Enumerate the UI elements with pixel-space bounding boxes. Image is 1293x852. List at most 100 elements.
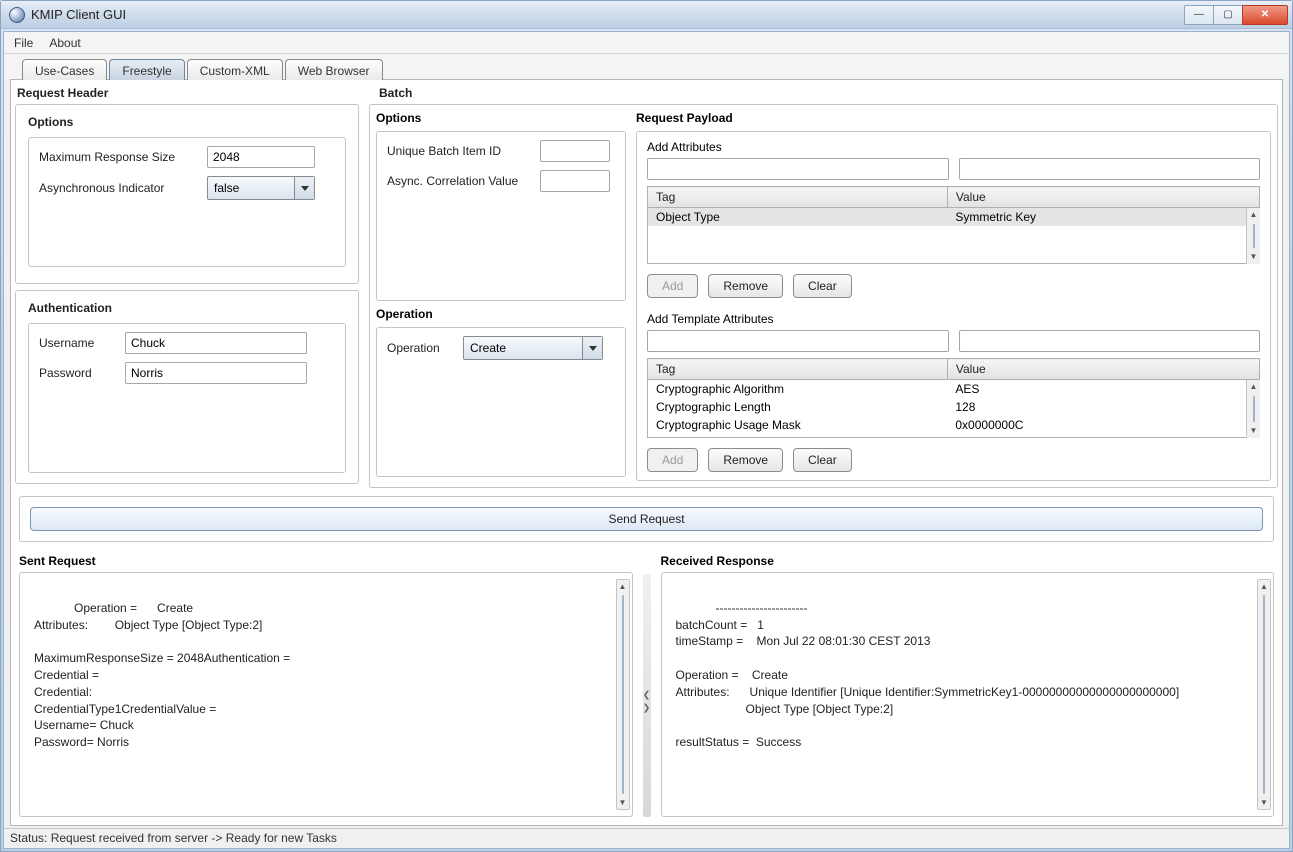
- sent-request-text[interactable]: Operation = Create Attributes: Object Ty…: [19, 572, 633, 817]
- menu-file[interactable]: File: [14, 36, 33, 50]
- max-response-size-input[interactable]: [207, 146, 315, 168]
- sent-request-title: Sent Request: [19, 554, 633, 568]
- status-text: Status: Request received from server -> …: [10, 831, 337, 845]
- recv-scrollbar[interactable]: ▲ ▼: [1257, 579, 1271, 810]
- operation-select[interactable]: Create: [463, 336, 603, 360]
- tmpl-remove-button[interactable]: Remove: [708, 448, 783, 472]
- table-row[interactable]: Object Type Symmetric Key: [648, 208, 1259, 226]
- tmpl-row-value: 0x0000000C: [947, 416, 1259, 434]
- scroll-thumb[interactable]: [1253, 396, 1255, 422]
- add-attributes-label: Add Attributes: [647, 140, 1260, 154]
- send-request-button[interactable]: Send Request: [30, 507, 1263, 531]
- tab-panel-freestyle: Request Header Batch Options Maximum Res…: [10, 79, 1283, 826]
- received-response-title: Received Response: [661, 554, 1275, 568]
- tab-freestyle[interactable]: Freestyle: [109, 59, 184, 80]
- operation-label: Operation: [387, 341, 455, 355]
- app-window: KMIP Client GUI — ▢ ✕ File About Use-Cas…: [0, 0, 1293, 852]
- attr-clear-button[interactable]: Clear: [793, 274, 852, 298]
- request-header-column: Options Maximum Response Size Asynchrono…: [15, 104, 359, 488]
- window-title: KMIP Client GUI: [31, 7, 1179, 22]
- send-request-panel: Send Request: [19, 496, 1274, 542]
- scroll-up-icon: ▲: [1250, 380, 1258, 394]
- splitter-handle[interactable]: [643, 574, 651, 817]
- attr-add-button[interactable]: Add: [647, 274, 698, 298]
- minimize-button[interactable]: —: [1184, 5, 1214, 25]
- batch-title: Batch: [379, 86, 1276, 100]
- client-area: File About Use-Cases Freestyle Custom-XM…: [3, 31, 1290, 849]
- tmpl-tag-input[interactable]: [647, 330, 949, 352]
- scroll-thumb[interactable]: [622, 595, 624, 794]
- authentication-title: Authentication: [28, 301, 346, 315]
- unique-batch-id-label: Unique Batch Item ID: [387, 144, 532, 158]
- batch-options-title: Options: [376, 111, 626, 125]
- authentication-panel: Authentication Username Password: [15, 290, 359, 484]
- unique-batch-id-input[interactable]: [540, 140, 610, 162]
- menubar: File About: [4, 32, 1289, 54]
- batch-left: Options Unique Batch Item ID Async. Corr…: [376, 111, 626, 481]
- scroll-down-icon: ▼: [1260, 796, 1268, 809]
- async-indicator-value: false: [214, 181, 239, 195]
- add-template-attributes-label: Add Template Attributes: [647, 312, 1260, 326]
- sent-scrollbar[interactable]: ▲ ▼: [616, 579, 630, 810]
- chevron-down-icon: [582, 337, 602, 359]
- scroll-up-icon: ▲: [619, 580, 627, 593]
- titlebar: KMIP Client GUI — ▢ ✕: [1, 1, 1292, 29]
- attr-scrollbar[interactable]: ▲ ▼: [1246, 208, 1260, 264]
- received-response-text[interactable]: ----------------------- batchCount = 1 t…: [661, 572, 1275, 817]
- batch-options-group: Options Unique Batch Item ID Async. Corr…: [376, 111, 626, 301]
- username-input[interactable]: [125, 332, 307, 354]
- attr-value-input[interactable]: [959, 158, 1261, 180]
- tab-use-cases[interactable]: Use-Cases: [22, 59, 107, 80]
- scroll-thumb[interactable]: [1263, 595, 1265, 794]
- window-controls: — ▢ ✕: [1185, 5, 1288, 25]
- attr-value-header[interactable]: Value: [947, 187, 1259, 208]
- received-response-content: ----------------------- batchCount = 1 t…: [676, 601, 1180, 749]
- attr-remove-button[interactable]: Remove: [708, 274, 783, 298]
- io-row: Sent Request Operation = Create Attribut…: [19, 554, 1274, 817]
- scroll-down-icon: ▼: [1250, 250, 1258, 264]
- async-indicator-select[interactable]: false: [207, 176, 315, 200]
- tmpl-row-value: AES: [947, 380, 1259, 398]
- main-columns: Options Maximum Response Size Asynchrono…: [15, 104, 1278, 488]
- operation-group: Operation Operation Create: [376, 307, 626, 477]
- tmpl-clear-button[interactable]: Clear: [793, 448, 852, 472]
- tmpl-scrollbar[interactable]: ▲ ▼: [1246, 380, 1260, 438]
- batch-right: Request Payload Add Attributes: [636, 111, 1271, 481]
- statusbar: Status: Request received from server -> …: [4, 828, 1289, 848]
- attr-row-tag: Object Type: [648, 208, 947, 226]
- table-row[interactable]: Cryptographic Length 128: [648, 398, 1259, 416]
- tab-custom-xml[interactable]: Custom-XML: [187, 59, 283, 80]
- sent-request-content: Operation = Create Attributes: Object Ty…: [34, 601, 290, 749]
- close-button[interactable]: ✕: [1242, 5, 1288, 25]
- scroll-down-icon: ▼: [1250, 424, 1258, 438]
- batch-options-inner: Unique Batch Item ID Async. Correlation …: [376, 131, 626, 301]
- operation-title: Operation: [376, 307, 626, 321]
- received-response-column: Received Response ----------------------…: [661, 554, 1275, 817]
- async-corr-input[interactable]: [540, 170, 610, 192]
- attr-tag-input[interactable]: [647, 158, 949, 180]
- attr-row-value: Symmetric Key: [947, 208, 1259, 226]
- table-row[interactable]: Cryptographic Usage Mask 0x0000000C: [648, 416, 1259, 434]
- attr-tag-header[interactable]: Tag: [648, 187, 948, 208]
- tmpl-row-tag: Cryptographic Algorithm: [648, 380, 947, 398]
- menu-about[interactable]: About: [49, 36, 80, 50]
- section-headers: Request Header Batch: [15, 86, 1278, 100]
- max-response-size-label: Maximum Response Size: [39, 150, 199, 164]
- tmpl-value-header[interactable]: Value: [947, 359, 1259, 380]
- tmpl-tag-header[interactable]: Tag: [648, 359, 948, 380]
- scroll-thumb[interactable]: [1253, 224, 1255, 248]
- password-label: Password: [39, 366, 117, 380]
- tmpl-add-button[interactable]: Add: [647, 448, 698, 472]
- tmpl-buttons: Add Remove Clear: [647, 448, 1260, 472]
- async-corr-label: Async. Correlation Value: [387, 174, 532, 188]
- password-input[interactable]: [125, 362, 307, 384]
- attr-input-row: [647, 158, 1260, 180]
- maximize-button[interactable]: ▢: [1213, 5, 1243, 25]
- attributes-table: Tag Value Object Type: [647, 186, 1260, 264]
- tmpl-value-input[interactable]: [959, 330, 1261, 352]
- tab-web-browser[interactable]: Web Browser: [285, 59, 383, 80]
- batch-panel: Options Unique Batch Item ID Async. Corr…: [369, 104, 1278, 488]
- scroll-up-icon: ▲: [1250, 208, 1258, 222]
- template-attributes-table: Tag Value Cryptographic Algo: [647, 358, 1260, 438]
- table-row[interactable]: Cryptographic Algorithm AES: [648, 380, 1259, 398]
